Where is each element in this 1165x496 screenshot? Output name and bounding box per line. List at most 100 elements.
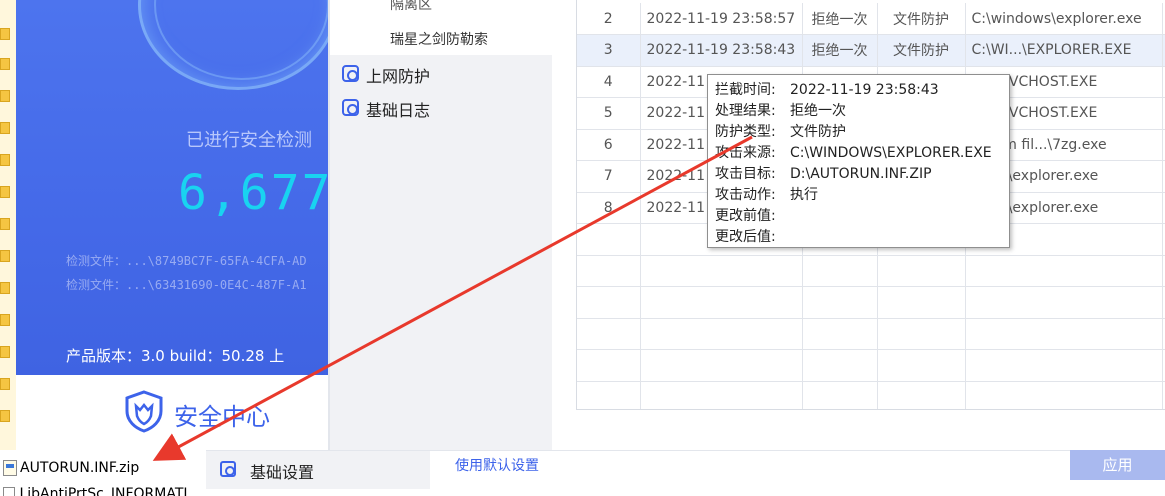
security-status-panel: 已进行安全检测 6,677 检测文件：...\8749BC7F-65FA-4CF…	[16, 0, 328, 375]
tooltip-key: 更改后值:	[715, 229, 776, 245]
brand-bar: 安全中心	[16, 375, 328, 450]
settings-icon	[220, 461, 236, 477]
tooltip-key: 攻击动作:	[715, 187, 776, 203]
folder-icon	[0, 186, 10, 198]
table-cell-time	[640, 255, 803, 287]
table-cell-no: 2	[577, 3, 641, 35]
zip-file-icon	[3, 459, 17, 476]
table-cell-type	[877, 255, 966, 287]
table-cell-no	[577, 381, 641, 409]
table-cell-no	[577, 318, 641, 350]
tooltip-key: 攻击目标:	[715, 166, 776, 182]
scan-count: 6,677	[178, 165, 328, 221]
log-icon	[342, 99, 359, 116]
sidebar-item-web-protection[interactable]: 上网防护	[330, 57, 552, 91]
table-cell-source: C:\windows\explorer.exe	[965, 3, 1163, 35]
sidebar-item-quarantine[interactable]: 隔离区	[330, 0, 552, 22]
file-name: LibAntiPrtSc_INFORMATI	[19, 486, 188, 496]
file-icon	[3, 487, 15, 496]
tooltip-line: 更改前值:	[715, 206, 1002, 227]
use-default-settings-link[interactable]: 使用默认设置	[455, 455, 539, 475]
log-detail-tooltip: 拦截时间: 2022-11-19 23:58:43 处理结果: 拒绝一次 防护类型: 文件…	[707, 74, 1010, 248]
brand-name: 安全中心	[174, 403, 270, 431]
sidebar-item-label: 隔离区	[390, 0, 432, 13]
tooltip-line: 攻击来源: C:\WINDOWS\EXPLORER.EXE	[715, 143, 1002, 164]
shield-lion-icon	[125, 390, 163, 433]
sidebar-item-label: 基础日志	[366, 101, 431, 120]
table-cell-result	[802, 286, 878, 319]
tooltip-key: 攻击来源:	[715, 145, 776, 161]
table-cell-no	[577, 255, 641, 287]
table-cell-no	[577, 223, 641, 256]
table-cell-result: 拒绝一次	[802, 34, 878, 67]
table-cell-source	[965, 255, 1163, 287]
table-cell-no: 3	[577, 34, 641, 67]
file-item-autorun[interactable]: AUTORUN.INF.zip	[3, 457, 139, 477]
table-row[interactable]	[577, 286, 1165, 319]
sidebar-item-ransomware[interactable]: 瑞星之剑防勒索	[330, 22, 552, 55]
table-cell-no	[577, 349, 641, 382]
table-cell-result	[802, 381, 878, 409]
table-cell-no	[577, 286, 641, 319]
tooltip-line: 拦截时间: 2022-11-19 23:58:43	[715, 80, 1002, 101]
folder-icon	[0, 410, 10, 422]
table-cell-result	[802, 318, 878, 350]
table-cell-result	[802, 349, 878, 382]
tooltip-line: 处理结果: 拒绝一次	[715, 101, 1002, 122]
folder-icon	[0, 154, 10, 166]
tooltip-key: 处理结果:	[715, 103, 776, 119]
folder-icon	[0, 122, 10, 134]
tooltip-value: 2022-11-19 23:58:43	[790, 82, 939, 98]
folder-icon	[0, 58, 10, 70]
file-item-libantiprtsc[interactable]: LibAntiPrtSc_INFORMATI	[3, 486, 188, 496]
table-cell-no: 6	[577, 129, 641, 161]
table-cell-time	[640, 286, 803, 319]
table-cell-time	[640, 349, 803, 382]
table-cell-source	[965, 318, 1163, 350]
scan-file-line: 检测文件：...\8749BC7F-65FA-4CFA-AD	[66, 254, 307, 268]
tooltip-key: 更改前值:	[715, 208, 776, 224]
table-cell-result	[802, 255, 878, 287]
table-row[interactable]: 3 2022-11-19 23:58:43 拒绝一次 文件防护 C:\WI...\EXP…	[577, 34, 1165, 67]
scan-file-line: 检测文件：...\63431690-0E4C-487F-A1	[66, 278, 307, 292]
table-cell-type	[877, 286, 966, 319]
table-cell-no: 8	[577, 192, 641, 224]
table-cell-time	[640, 318, 803, 350]
tooltip-value: D:\AUTORUN.INF.ZIP	[790, 166, 932, 182]
tooltip-key: 拦截时间:	[715, 82, 776, 98]
tooltip-line: 攻击目标: D:\AUTORUN.INF.ZIP	[715, 164, 1002, 185]
folder-icon	[0, 378, 10, 390]
folder-icon	[0, 314, 10, 326]
folder-icon	[0, 28, 10, 40]
table-cell-type	[877, 318, 966, 350]
tooltip-line: 更改后值:	[715, 227, 1002, 248]
table-row[interactable]	[577, 349, 1165, 382]
folder-icon	[0, 218, 10, 230]
table-cell-no: 4	[577, 66, 641, 98]
table-row[interactable]	[577, 318, 1165, 350]
tooltip-key: 防护类型:	[715, 124, 776, 140]
apply-button[interactable]: 应用	[1070, 450, 1165, 480]
table-row[interactable]	[577, 255, 1165, 287]
sidebar-item-label: 瑞星之剑防勒索	[390, 32, 488, 48]
product-version: 产品版本：3.0 build：50.28 上	[66, 347, 285, 365]
table-cell-time: 2022-11-19 23:58:43	[640, 34, 803, 67]
screenshot-root: 已进行安全检测 6,677 检测文件：...\8749BC7F-65FA-4CF…	[0, 0, 1165, 496]
sidebar-item-basic-log[interactable]: 基础日志	[330, 91, 552, 125]
scan-title: 已进行安全检测	[186, 130, 312, 151]
table-cell-result: 拒绝一次	[802, 3, 878, 35]
tooltip-line: 防护类型: 文件防护	[715, 122, 1002, 143]
folder-icon	[0, 90, 10, 102]
table-cell-type	[877, 381, 966, 409]
table-row[interactable]	[577, 381, 1165, 409]
table-row[interactable]: 2 2022-11-19 23:58:57 拒绝一次 文件防护 C:\windows\e…	[577, 3, 1165, 35]
table-cell-no: 7	[577, 160, 641, 193]
table-cell-time	[640, 381, 803, 409]
file-name: AUTORUN.INF.zip	[20, 459, 140, 476]
globe-icon	[342, 65, 359, 82]
table-cell-type: 文件防护	[877, 34, 966, 67]
sidebar-item-basic-settings[interactable]: 基础设置	[206, 451, 430, 489]
table-cell-type	[877, 349, 966, 382]
folder-icon	[0, 282, 10, 294]
table-cell-source	[965, 381, 1163, 409]
